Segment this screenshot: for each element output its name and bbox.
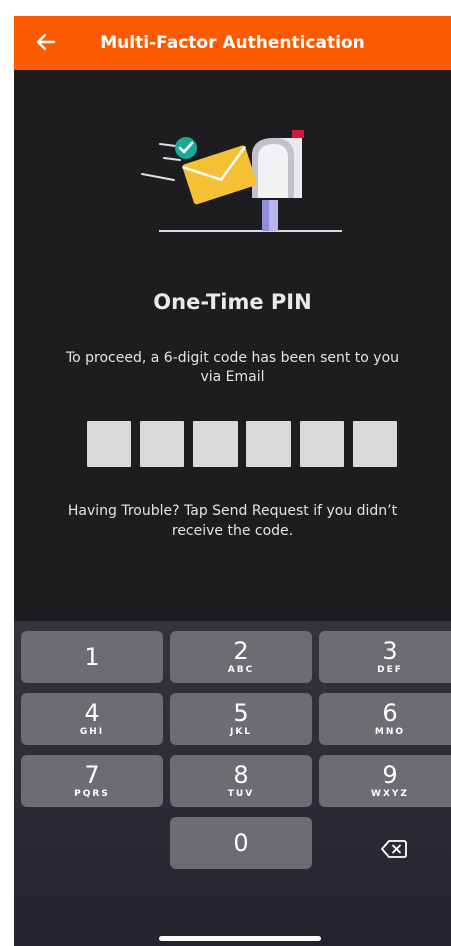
pin-input[interactable] <box>87 421 397 467</box>
key-7[interactable]: 7 PQRS <box>21 755 163 807</box>
key-number: 4 <box>84 699 100 727</box>
back-button[interactable] <box>32 28 60 56</box>
key-number: 2 <box>233 637 249 665</box>
app-bar: Multi-Factor Authentication <box>14 16 451 70</box>
pin-digit-5[interactable] <box>299 421 344 467</box>
otp-instruction: To proceed, a 6-digit code has been sent… <box>65 350 400 385</box>
key-6[interactable]: 6 MNO <box>319 693 451 745</box>
key-number: 3 <box>382 637 398 665</box>
key-number: 8 <box>233 761 249 789</box>
otp-heading: One-Time PIN <box>153 290 312 314</box>
key-5[interactable]: 5 JKL <box>170 693 312 745</box>
key-letters: DEF <box>377 665 403 675</box>
home-indicator <box>159 936 321 941</box>
key-8[interactable]: 8 TUV <box>170 755 312 807</box>
pin-digit-4[interactable] <box>246 421 291 467</box>
key-letters: PQRS <box>74 789 110 799</box>
key-3[interactable]: 3 DEF <box>319 631 451 683</box>
key-number: 9 <box>382 761 398 789</box>
key-9[interactable]: 9 WXYZ <box>319 755 451 807</box>
key-letters: MNO <box>374 727 406 737</box>
key-number: 6 <box>382 699 398 727</box>
key-number: 0 <box>233 829 249 857</box>
key-2[interactable]: 2 ABC <box>170 631 312 683</box>
page-title: Multi-Factor Authentication <box>100 33 365 53</box>
key-letters: ABC <box>227 665 255 675</box>
pin-digit-6[interactable] <box>352 421 397 467</box>
key-number: 7 <box>84 761 100 789</box>
numeric-keypad: 1 2 ABC 3 DEF 4 GHI 5 JKL 6 MNO 7 PQRS 8… <box>14 621 451 946</box>
key-letters: JKL <box>229 727 253 737</box>
help-text: Having Trouble? Tap Send Request if you … <box>67 503 398 539</box>
key-letters: TUV <box>227 789 255 799</box>
key-1[interactable]: 1 <box>21 631 163 683</box>
screen: Multi-Factor Authentication One-Time PIN… <box>14 16 451 946</box>
key-number: 1 <box>84 643 100 671</box>
key-letters: WXYZ <box>371 789 409 799</box>
key-letters: GHI <box>79 727 105 737</box>
key-4[interactable]: 4 GHI <box>21 693 163 745</box>
delete-button[interactable] <box>369 831 419 867</box>
key-number: 5 <box>233 699 249 727</box>
pin-digit-3[interactable] <box>193 421 238 467</box>
backspace-icon <box>381 840 407 858</box>
pin-digit-1[interactable] <box>87 421 132 467</box>
arrow-left-icon <box>36 33 56 51</box>
pin-digit-2[interactable] <box>140 421 185 467</box>
mailbox-envelope-illustration <box>141 130 342 232</box>
key-0[interactable]: 0 <box>170 817 312 869</box>
